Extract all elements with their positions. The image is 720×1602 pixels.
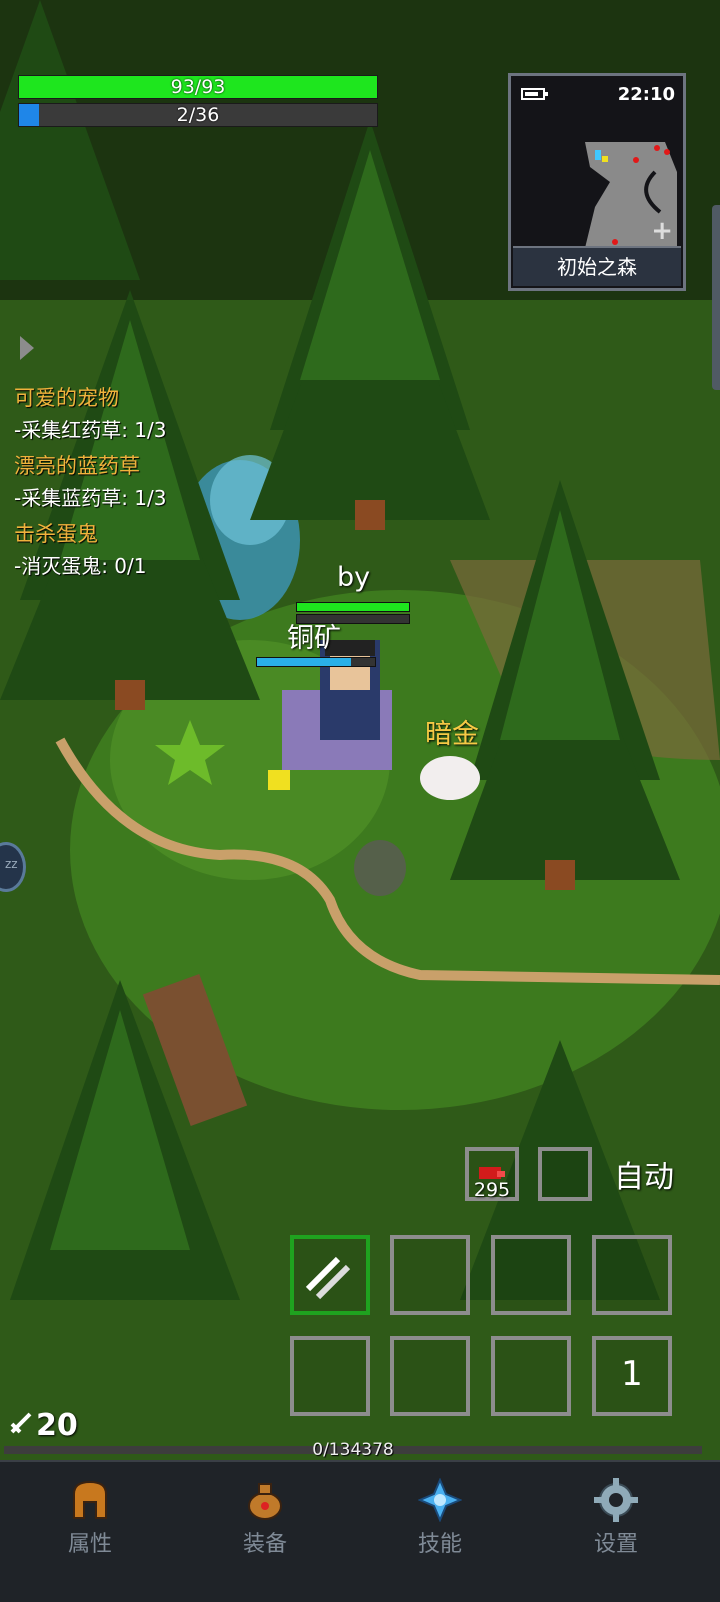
skill-slot-empty[interactable] — [491, 1336, 571, 1416]
attack-value: 20 — [36, 1408, 78, 1443]
rabbit-name: 暗金 — [425, 719, 479, 750]
nav-label: 属性 — [67, 1532, 112, 1557]
mp-text: 2/36 — [176, 104, 220, 126]
pet-mp-fill — [257, 658, 352, 666]
gear-icon — [594, 1478, 638, 1522]
area-name: 初始之森 — [513, 246, 681, 286]
quest-collapse-arrow-icon[interactable] — [20, 336, 34, 360]
skill-slot-empty[interactable] — [592, 1235, 672, 1315]
attack-stat: 20 — [8, 1408, 78, 1444]
skill-slot-empty[interactable] — [491, 1235, 571, 1315]
quest-title: 击杀蛋鬼 — [14, 522, 98, 546]
quest-title: 漂亮的蓝药草 — [14, 454, 140, 478]
skill-slot-empty[interactable] — [390, 1336, 470, 1416]
mp-bar: 2/36 — [18, 103, 378, 127]
clock: 22:10 — [617, 84, 675, 105]
nav-item-attributes[interactable]: 属性 — [30, 1478, 150, 1558]
skill-crystal-icon — [418, 1478, 462, 1522]
scroll-indicator[interactable] — [712, 205, 720, 390]
skill-slot-empty[interactable] — [290, 1336, 370, 1416]
quest-step: -消灭蛋鬼: 0/1 — [14, 554, 147, 578]
player-name: by — [337, 562, 371, 593]
hp-text: 93/93 — [170, 76, 226, 98]
nav-item-settings[interactable]: 设置 — [556, 1478, 676, 1558]
quest-item[interactable]: 击杀蛋鬼 -消灭蛋鬼: 0/1 — [14, 518, 167, 582]
exp-text: 0/134378 — [312, 1440, 394, 1460]
zz-icon: zz — [5, 857, 18, 871]
hp-bar: 93/93 — [18, 75, 378, 99]
nav-label: 装备 — [242, 1532, 287, 1557]
slash-skill-icon — [305, 1256, 351, 1300]
quest-step: -采集蓝药草: 1/3 — [14, 486, 167, 510]
player-hp-bar — [296, 602, 410, 612]
quest-step: -采集红药草: 1/3 — [14, 418, 167, 442]
helmet-icon — [73, 1480, 107, 1519]
player-hp-fill — [297, 603, 409, 611]
nav-item-equipment[interactable]: 装备 — [205, 1478, 325, 1558]
quest-tracker[interactable]: 可爱的宠物 -采集红药草: 1/3 漂亮的蓝药草 -采集蓝药草: 1/3 击杀蛋… — [14, 382, 167, 586]
pet-name: 铜矿 — [287, 623, 341, 654]
battery-level — [525, 92, 538, 96]
quest-title: 可爱的宠物 — [14, 386, 119, 410]
potion-count: 295 — [473, 1179, 511, 1201]
minimap[interactable]: 22:10 + 初始之森 — [508, 73, 686, 291]
quest-item[interactable]: 漂亮的蓝药草 -采集蓝药草: 1/3 — [14, 450, 167, 514]
skill-page-number: 1 — [621, 1354, 643, 1394]
nav-label: 设置 — [593, 1532, 638, 1557]
quest-item[interactable]: 可爱的宠物 -采集红药草: 1/3 — [14, 382, 167, 446]
bottom-nav: 属性 装备 技能 设置 — [0, 1460, 720, 1602]
potion-slot[interactable]: 295 — [465, 1147, 519, 1201]
auto-button[interactable]: 自动 — [614, 1152, 674, 1196]
nav-item-skills[interactable]: 技能 — [380, 1478, 500, 1558]
battery-icon — [521, 88, 548, 100]
skill-slot-empty[interactable] — [390, 1235, 470, 1315]
sword-icon — [8, 1409, 34, 1444]
nav-label: 技能 — [417, 1532, 462, 1557]
skill-page-button[interactable]: 1 — [592, 1336, 672, 1416]
plus-icon[interactable]: + — [651, 218, 673, 244]
pet-mp-bar — [256, 657, 376, 667]
skill-slot-slash[interactable] — [290, 1235, 370, 1315]
item-slot-empty[interactable] — [538, 1147, 592, 1201]
bag-icon — [248, 1483, 282, 1520]
